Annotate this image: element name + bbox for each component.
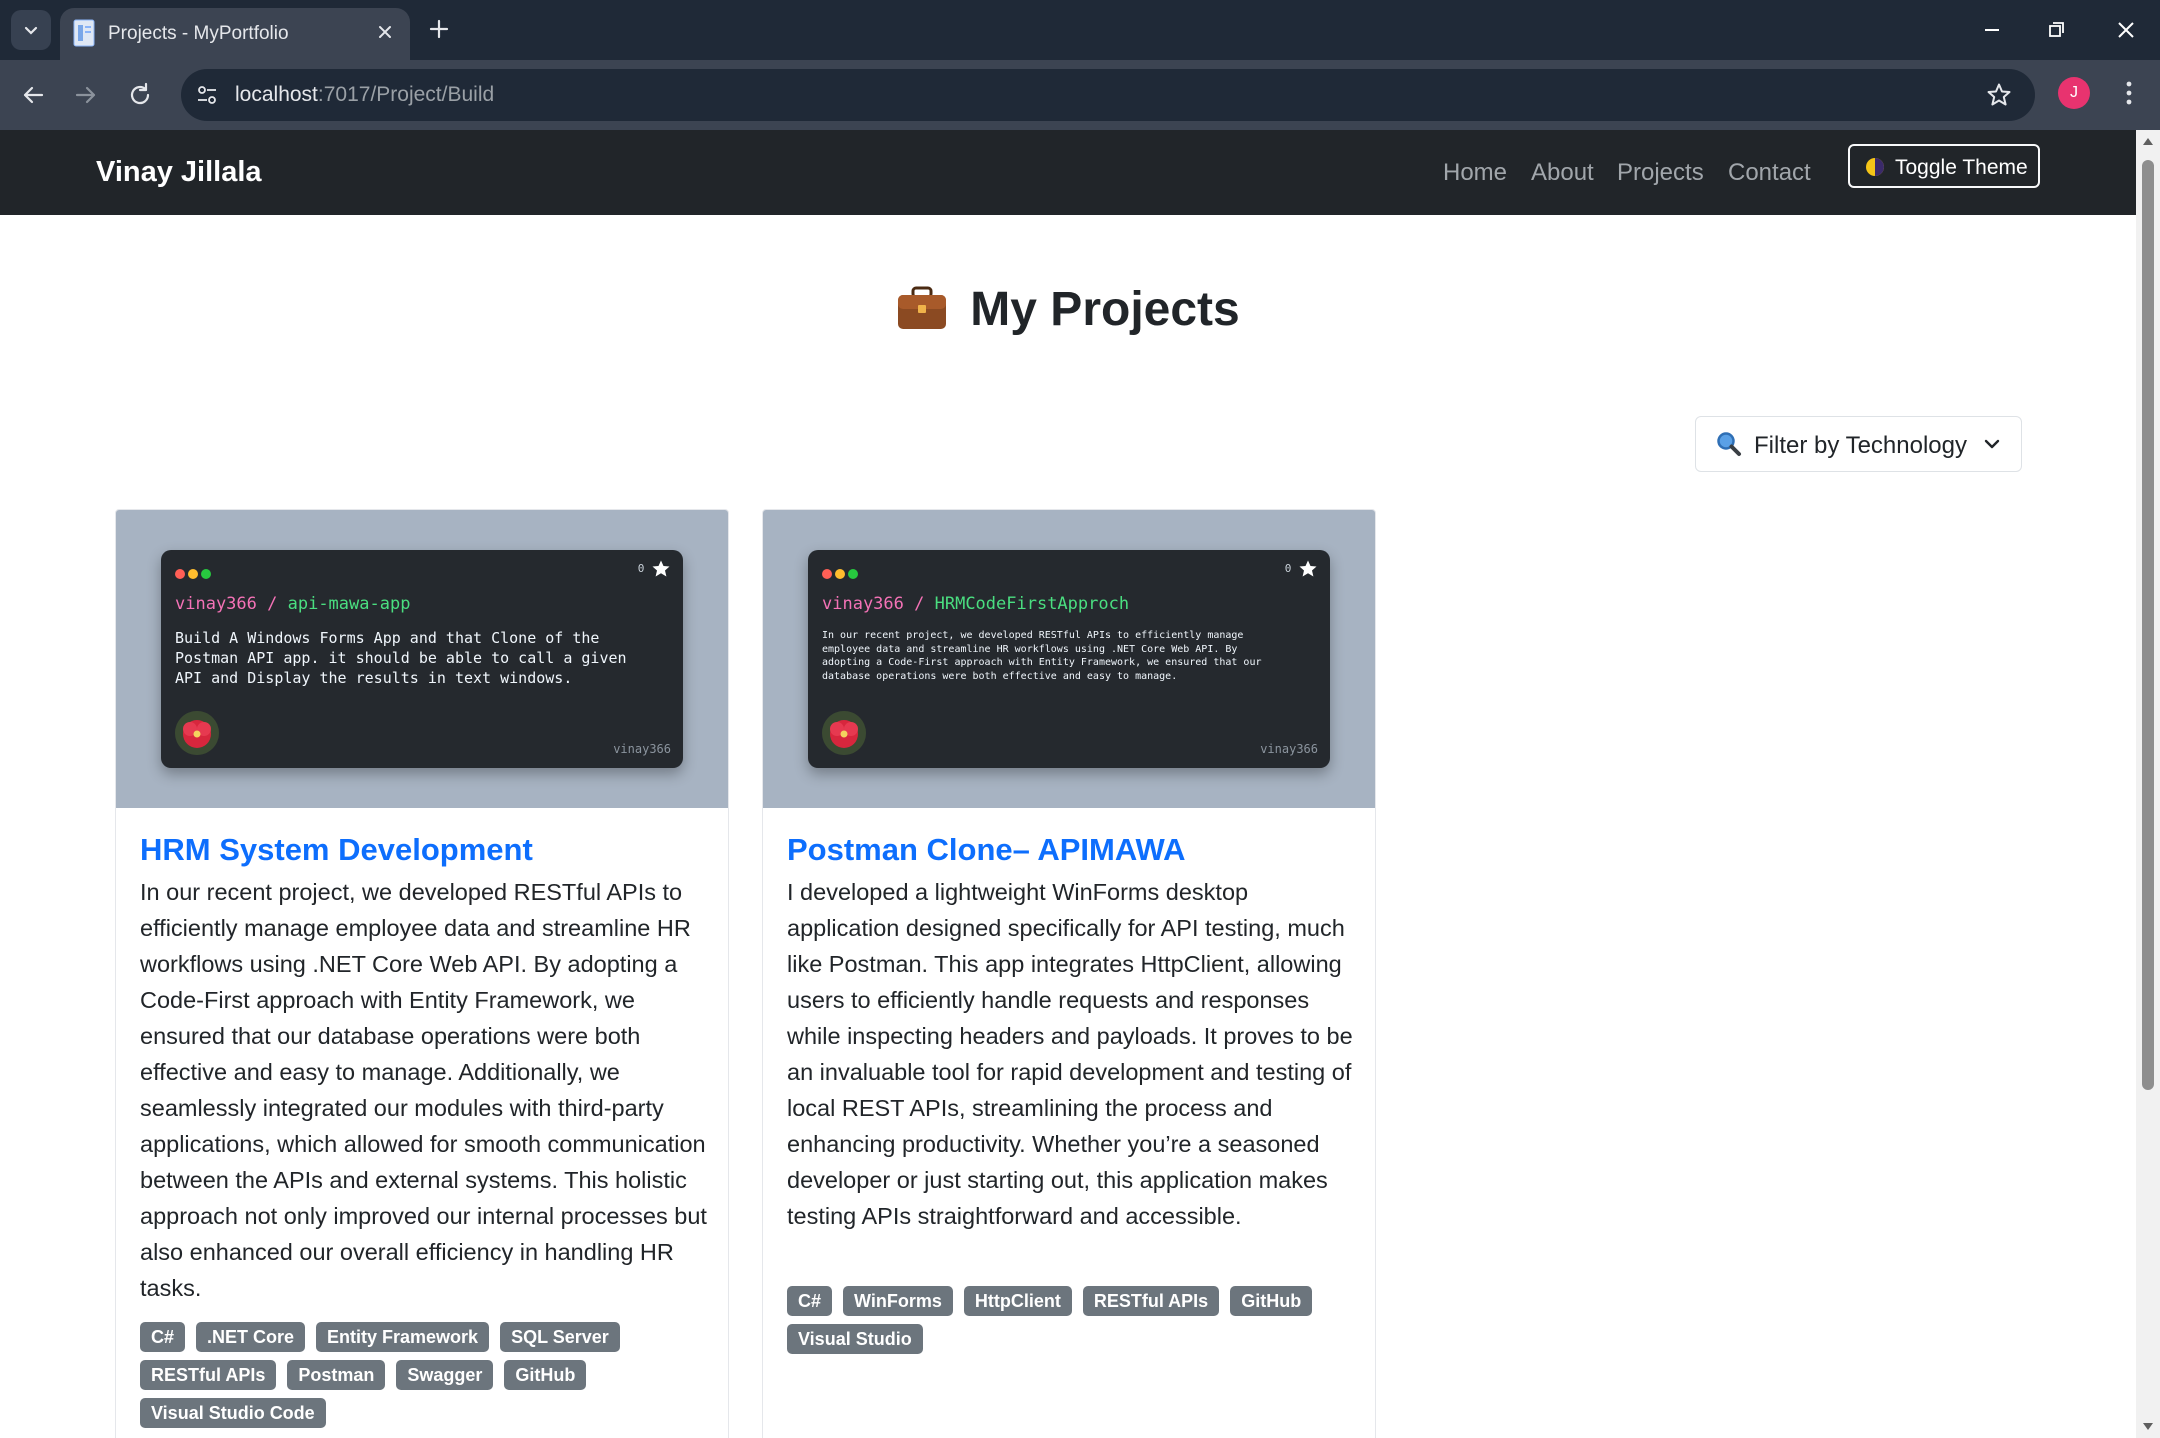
browser-tabstrip: Projects - MyPortfolio <box>0 0 2160 60</box>
toggle-theme-label: Toggle Theme <box>1895 156 2028 179</box>
project-description: I developed a lightweight WinForms deskt… <box>787 879 1353 1229</box>
project-card: 0 vinay366 / HRMCodeFirstApproch In our … <box>762 509 1376 1438</box>
avatar <box>175 711 219 755</box>
repo-title: api-mawa-app <box>287 594 411 614</box>
bookmark-star-icon[interactable] <box>1985 81 2013 109</box>
tag-badge: WinForms <box>843 1286 953 1316</box>
minimize-icon[interactable] <box>1978 16 2006 44</box>
window-dots-icon <box>175 564 214 583</box>
page-title: My Projects <box>0 282 2136 337</box>
tag-badge: SQL Server <box>500 1322 620 1352</box>
nav-contact[interactable]: Contact <box>1728 159 1811 187</box>
repo-user: vinay366 <box>1260 742 1318 756</box>
page-scrollbar[interactable] <box>2136 130 2160 1438</box>
briefcase-icon <box>898 286 947 330</box>
tag-badge: HttpClient <box>963 1286 1072 1316</box>
repo-name: vinay366 / HRMCodeFirstApproch <box>822 594 1130 614</box>
star-count: 0 <box>1285 559 1318 579</box>
repo-owner: vinay366 <box>175 594 257 614</box>
tag-badge: Swagger <box>396 1360 494 1390</box>
github-repo-card: 0 vinay366 / HRMCodeFirstApproch In our … <box>808 550 1330 768</box>
repo-title: HRMCodeFirstApproch <box>934 594 1130 614</box>
reload-icon[interactable] <box>125 80 155 110</box>
project-title[interactable]: HRM System Development <box>140 832 533 868</box>
project-image: 0 vinay366 / HRMCodeFirstApproch In our … <box>763 510 1375 808</box>
filter-by-technology-dropdown[interactable]: Filter by Technology <box>1695 416 2022 472</box>
tab-title: Projects - MyPortfolio <box>108 23 289 44</box>
chevron-down-icon <box>24 26 38 35</box>
hibiscus-avatar-icon <box>175 711 219 755</box>
magnifier-icon <box>1717 432 1741 456</box>
site-info-icon[interactable] <box>195 83 219 107</box>
repo-description: In our recent project, we developed REST… <box>822 630 1262 682</box>
new-tab-icon[interactable] <box>424 14 454 44</box>
half-moon-icon <box>1866 158 1884 176</box>
chevron-down-icon <box>1984 439 2000 449</box>
repo-description: Build A Windows Forms App and that Clone… <box>175 629 627 687</box>
tag-badge: C# <box>140 1322 186 1352</box>
project-description: In our recent project, we developed REST… <box>140 879 707 1301</box>
document-favicon-icon <box>73 19 95 47</box>
tag-list: C# .NET Core Entity Framework SQL Server RES… <box>140 1322 710 1436</box>
tag-badge: C# <box>787 1286 833 1316</box>
filter-label: Filter by Technology <box>1754 432 1967 459</box>
scroll-up-arrow-icon[interactable] <box>2142 136 2154 146</box>
tag-badge: GitHub <box>504 1360 587 1390</box>
url-path: :7017/Project/Build <box>317 83 495 106</box>
brand-link[interactable]: Vinay Jillala <box>96 156 262 189</box>
restore-icon[interactable] <box>2042 16 2070 44</box>
repo-user: vinay366 <box>613 742 671 756</box>
browser-toolbar: localhost:7017/Project/Build J <box>0 60 2160 130</box>
url-text: localhost:7017/Project/Build <box>235 83 494 107</box>
nav-home[interactable]: Home <box>1443 159 1507 187</box>
more-options-icon[interactable] <box>2119 78 2139 108</box>
project-image: 0 vinay366 / api-mawa-app Build A Window… <box>116 510 728 808</box>
tag-badge: Visual Studio <box>787 1324 923 1354</box>
close-icon[interactable] <box>374 21 396 43</box>
repo-name: vinay366 / api-mawa-app <box>175 594 411 614</box>
star-count-value: 0 <box>1284 562 1292 575</box>
window-close-icon[interactable] <box>2112 16 2140 44</box>
browser-tab-active[interactable]: Projects - MyPortfolio <box>60 8 410 60</box>
site-navbar: Vinay Jillala Home About Projects Contac… <box>0 130 2136 215</box>
tag-badge: Visual Studio Code <box>140 1398 326 1428</box>
project-card: 0 vinay366 / api-mawa-app Build A Window… <box>115 509 729 1438</box>
forward-arrow-icon[interactable] <box>71 80 101 110</box>
back-arrow-icon[interactable] <box>18 80 48 110</box>
star-count-value: 0 <box>637 562 645 575</box>
scroll-down-arrow-icon[interactable] <box>2142 1422 2154 1432</box>
project-title[interactable]: Postman Clone– APIMAWA <box>787 832 1185 868</box>
star-icon <box>652 560 670 577</box>
window-dots-icon <box>822 564 861 583</box>
page-viewport: Vinay Jillala Home About Projects Contac… <box>0 130 2160 1438</box>
tag-badge: GitHub <box>1230 1286 1313 1316</box>
url-host: localhost <box>235 83 318 106</box>
nav-about[interactable]: About <box>1531 159 1594 187</box>
avatar <box>822 711 866 755</box>
star-count: 0 <box>638 559 671 579</box>
nav-projects[interactable]: Projects <box>1617 159 1704 187</box>
tag-badge: Entity Framework <box>316 1322 490 1352</box>
tag-badge: .NET Core <box>196 1322 306 1352</box>
hibiscus-avatar-icon <box>822 711 866 755</box>
tag-badge: RESTful APIs <box>140 1360 277 1390</box>
github-repo-card: 0 vinay366 / api-mawa-app Build A Window… <box>161 550 683 768</box>
tag-badge: Postman <box>287 1360 386 1390</box>
star-icon <box>1299 560 1317 577</box>
page-title-text: My Projects <box>970 283 1240 336</box>
address-bar[interactable]: localhost:7017/Project/Build <box>181 69 2035 121</box>
scrollbar-thumb[interactable] <box>2142 160 2154 1090</box>
toggle-theme-button[interactable]: Toggle Theme <box>1848 144 2040 188</box>
repo-owner: vinay366 <box>822 594 904 614</box>
tab-search-button[interactable] <box>11 10 51 50</box>
tag-list: C# WinForms HttpClient RESTful APIs GitHub Vi… <box>787 1286 1357 1362</box>
profile-avatar[interactable]: J <box>2058 77 2090 109</box>
tag-badge: RESTful APIs <box>1082 1286 1220 1316</box>
